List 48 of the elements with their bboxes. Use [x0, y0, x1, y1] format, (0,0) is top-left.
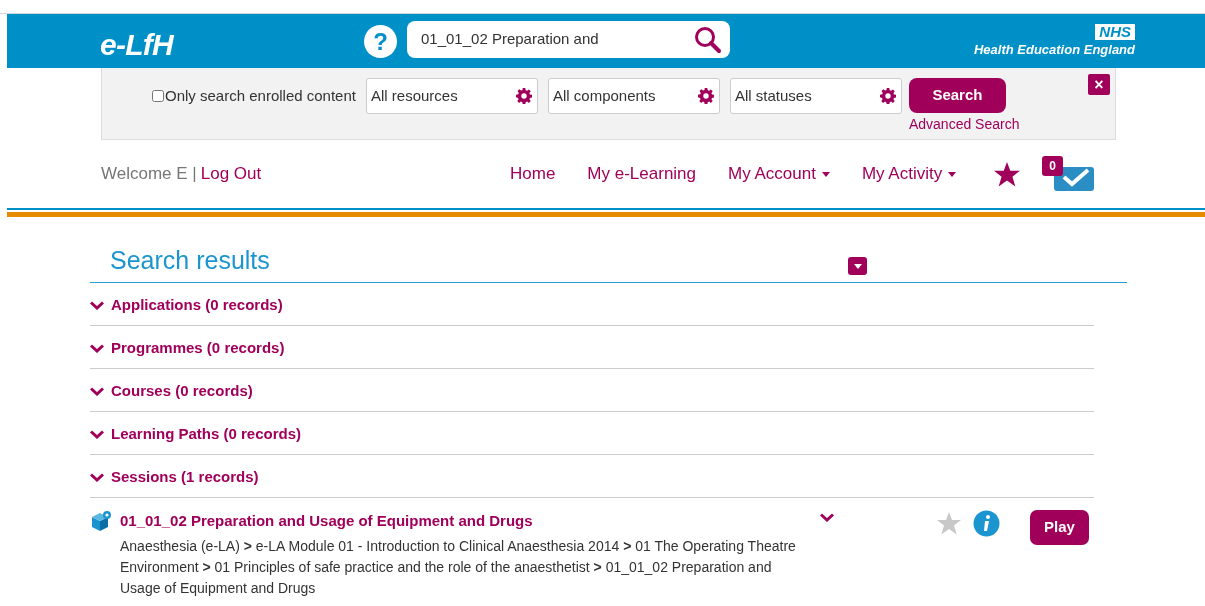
chevron-down-icon[interactable]: [90, 343, 104, 353]
nav-link[interactable]: My e-Learning: [587, 161, 697, 187]
nhs-logo: NHS: [1095, 24, 1135, 40]
nav-link[interactable]: Home: [510, 161, 556, 187]
caret-icon: [853, 263, 862, 269]
search-field[interactable]: 01_01_02 Preparation and: [407, 21, 730, 58]
select-field[interactable]: All resources: [365, 78, 538, 114]
star-icon[interactable]: [994, 161, 1021, 187]
count-badge: 0: [1042, 156, 1064, 176]
checkbox[interactable]: [152, 90, 164, 102]
nav-link[interactable]: My Account: [728, 161, 830, 187]
star-icon[interactable]: [937, 512, 961, 535]
caret-icon: [821, 171, 830, 177]
gear-icon[interactable]: [879, 88, 896, 104]
gear-icon[interactable]: [515, 88, 532, 104]
help-button[interactable]: ?: [364, 25, 397, 58]
result-title[interactable]: 01_01_02 Preparation and Usage of Equipment and Drugs: [120, 510, 815, 533]
advanced-search-link[interactable]: Advanced Search: [908, 113, 1020, 135]
search-button[interactable]: Search: [908, 78, 1006, 113]
section-heading[interactable]: Programmes (0 records): [111, 336, 285, 360]
envelope-icon[interactable]: [1054, 167, 1095, 191]
collapse-button[interactable]: [848, 257, 867, 275]
nav-link[interactable]: My Activity: [861, 161, 957, 187]
breadcrumb-path: Anaesthesia (e-LA) > e-LA Module 01 - Introduction to Clinical Anaesthesia 2014 > 01 The Operating Theatre Environment > 01 Principles of safe practice and the role of the anaesthetist > 01_01_02 Preparation and Usage of Equipment and Drugs: [120, 536, 797, 598]
select-field[interactable]: All statuses: [729, 78, 902, 114]
info-icon[interactable]: [973, 510, 1000, 537]
cube-icon: [90, 511, 112, 531]
chevron-down-icon[interactable]: [820, 513, 834, 522]
welcome-text: Welcome E |: [101, 163, 197, 186]
chevron-down-icon[interactable]: [90, 472, 104, 482]
select-field[interactable]: All components: [547, 78, 720, 114]
logo: e-LfH: [100, 27, 173, 63]
brand-name: Health Education England: [973, 41, 1135, 59]
section-heading[interactable]: Learning Paths (0 records): [111, 422, 302, 446]
checkbox-label[interactable]: Only search enrolled content: [165, 84, 356, 108]
section-title: Search results: [110, 244, 270, 276]
gear-icon[interactable]: [697, 88, 714, 104]
caret-icon: [948, 171, 957, 177]
play-button[interactable]: Play: [1030, 510, 1089, 545]
search-icon[interactable]: [694, 25, 722, 54]
section-heading[interactable]: Applications (0 records): [111, 293, 283, 317]
chevron-down-icon[interactable]: [90, 429, 104, 439]
logout-link[interactable]: Log Out: [200, 161, 262, 187]
section-heading[interactable]: Sessions (1 records): [111, 465, 259, 489]
section-heading[interactable]: Courses (0 records): [111, 379, 253, 403]
chevron-down-icon[interactable]: [90, 386, 104, 396]
chevron-down-icon[interactable]: [90, 300, 104, 310]
close-button[interactable]: ×: [1088, 74, 1110, 95]
